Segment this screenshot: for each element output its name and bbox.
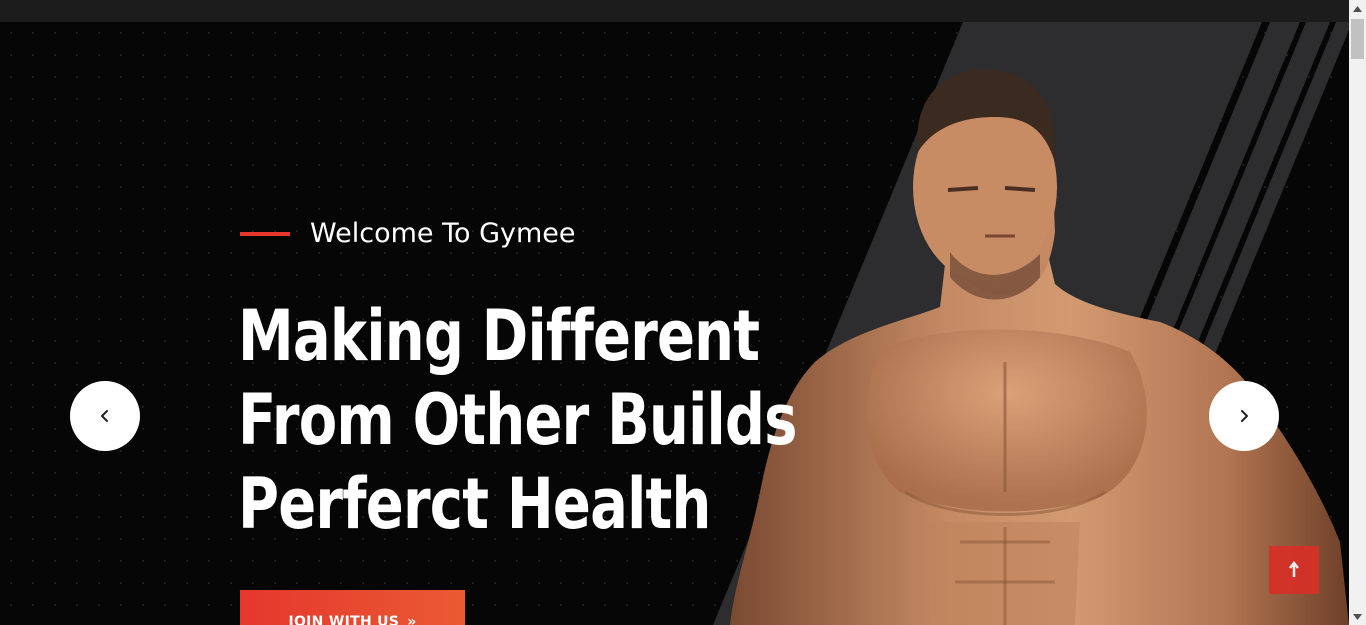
chevron-right-icon — [1241, 410, 1248, 422]
welcome-tagline: Welcome To Gymee — [240, 218, 576, 249]
headline-line-2: From Other Builds — [238, 379, 798, 461]
accent-line — [240, 231, 290, 236]
scrollbar-thumb[interactable] — [1351, 19, 1364, 59]
headline-line-3: Perferct Health — [238, 463, 711, 545]
top-bar — [0, 0, 1349, 22]
arrow-up-icon — [1289, 561, 1299, 577]
double-chevron-right-icon: » — [407, 614, 417, 625]
headline-line-1: Making Different — [238, 295, 760, 377]
scroll-to-top-button[interactable] — [1269, 546, 1319, 594]
chevron-left-icon — [101, 410, 108, 422]
page-scrollbar[interactable] — [1349, 0, 1366, 625]
hero-slider: Welcome To Gymee Making Different From O… — [0, 22, 1349, 625]
scroll-down-arrow-icon[interactable] — [1349, 608, 1366, 625]
join-button-label: JOIN WITH US — [288, 614, 400, 625]
hero-headline: Making Different From Other Builds Perfe… — [238, 294, 798, 546]
join-with-us-button[interactable]: JOIN WITH US » — [240, 590, 465, 625]
slider-next-button[interactable] — [1209, 381, 1279, 451]
slider-prev-button[interactable] — [70, 381, 140, 451]
scroll-up-arrow-icon[interactable] — [1349, 0, 1366, 17]
welcome-text: Welcome To Gymee — [310, 218, 576, 249]
